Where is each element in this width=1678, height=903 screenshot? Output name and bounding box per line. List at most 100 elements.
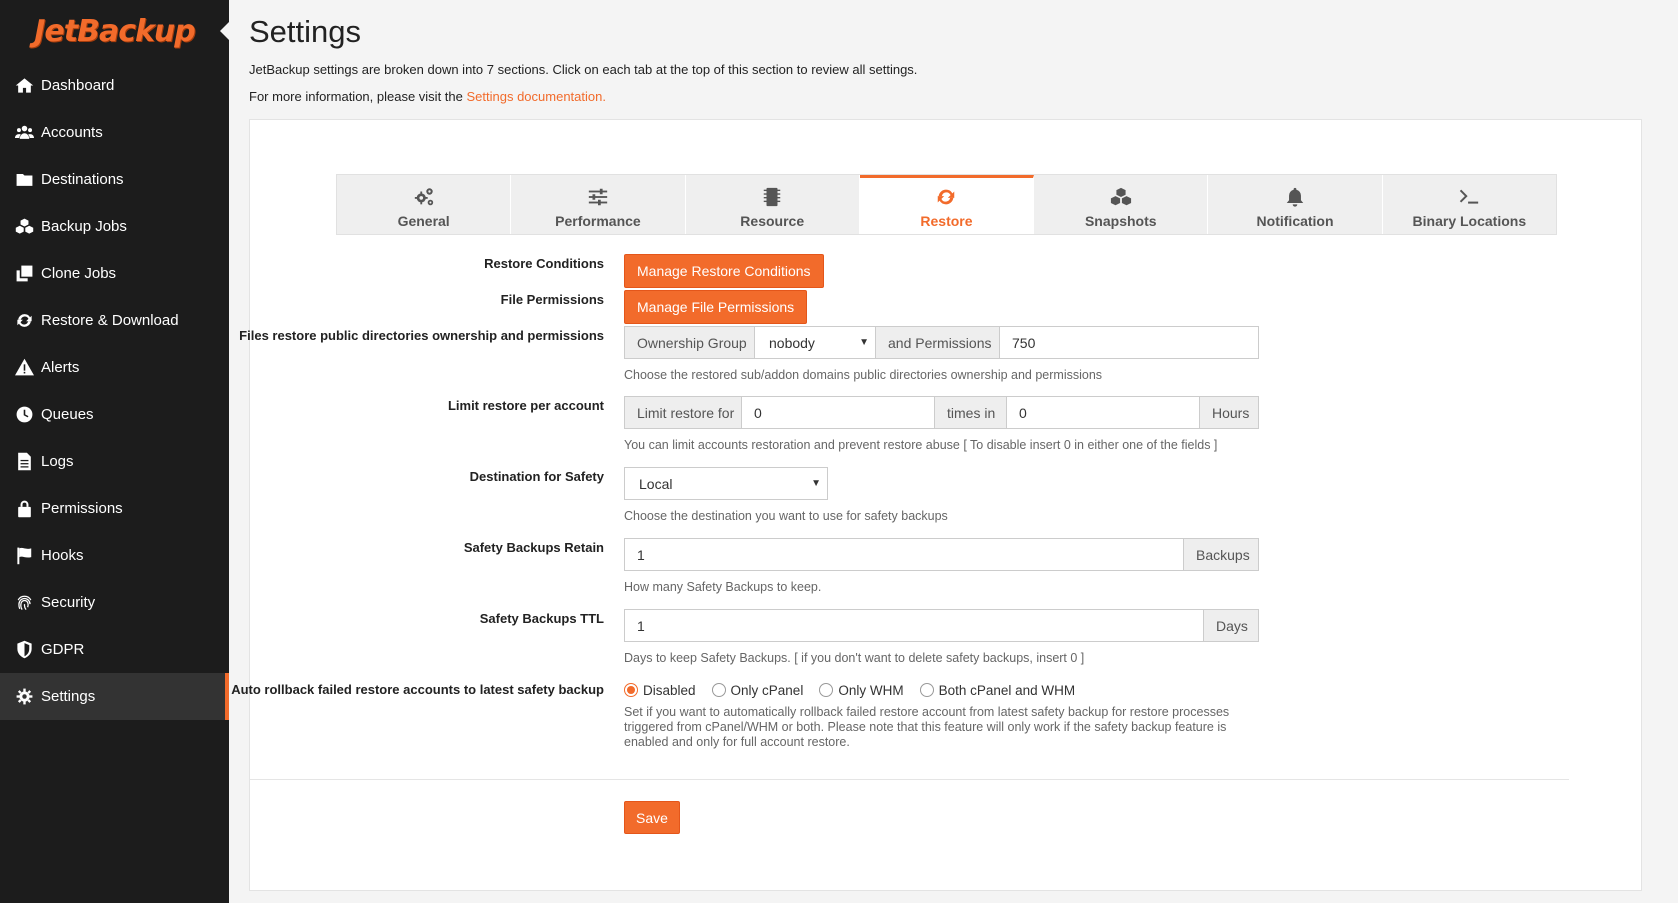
hours-addon: Hours: [1200, 396, 1259, 429]
safety-ttl-label: Safety Backups TTL: [479, 611, 604, 626]
sidebar-item-label: Security: [41, 594, 96, 611]
tab-label: Restore: [920, 213, 973, 229]
sidebar-item-label: Clone Jobs: [41, 265, 117, 282]
sidebar-item-queues[interactable]: Queues: [0, 391, 229, 438]
sidebar-item-restore-download[interactable]: Restore & Download: [0, 297, 229, 344]
days-addon: Days: [1204, 609, 1259, 642]
destination-safety-select[interactable]: Local ▼: [624, 467, 828, 500]
radio-selected-icon: [624, 683, 638, 697]
ownership-group-select[interactable]: nobody ▼: [755, 326, 876, 359]
ownership-input-group: Ownership Group nobody ▼ and Permissions: [624, 326, 1259, 359]
manage-restore-conditions-button[interactable]: Manage Restore Conditions: [624, 254, 824, 288]
rollback-option-label: Only cPanel: [730, 682, 804, 698]
settings-documentation-link[interactable]: Settings documentation.: [466, 89, 605, 104]
manage-file-permissions-button[interactable]: Manage File Permissions: [624, 290, 808, 324]
sidebar-item-hooks[interactable]: Hooks: [0, 532, 229, 579]
tab-label: Snapshots: [1084, 213, 1157, 229]
sidebar-item-label: Hooks: [41, 547, 84, 564]
folder-icon: [13, 170, 35, 190]
auto-rollback-label: Auto rollback failed restore accounts to…: [231, 682, 604, 697]
more-info-prefix: For more information, please visit the: [249, 89, 467, 104]
logo[interactable]: JetBackup: [0, 0, 229, 62]
sidebar-item-label: Restore & Download: [41, 312, 179, 329]
rollback-option-only-whm[interactable]: Only WHM: [819, 683, 904, 698]
limit-restore-count-input[interactable]: [742, 396, 935, 429]
tab-label: Performance: [555, 213, 641, 229]
limit-restore-hours-input[interactable]: [1007, 396, 1200, 429]
tab-label: Resource: [740, 213, 805, 229]
sidebar-item-backup-jobs[interactable]: Backup Jobs: [0, 203, 229, 250]
times-in-addon: times in: [935, 396, 1007, 429]
warning-icon: [13, 358, 35, 378]
rollback-option-disabled[interactable]: Disabled: [624, 683, 696, 698]
tab-binary-locations[interactable]: Binary Locations: [1383, 175, 1556, 234]
tab-resource[interactable]: Resource: [686, 175, 860, 234]
destination-safety-value: Local: [639, 475, 673, 492]
fingerprint-icon: [13, 593, 35, 613]
ownership-help: Choose the restored sub/addon domains pu…: [624, 368, 1103, 382]
clock-icon: [13, 405, 35, 425]
sidebar-item-alerts[interactable]: Alerts: [0, 344, 229, 391]
refresh-icon: [13, 311, 35, 331]
sidebar-item-dashboard[interactable]: Dashboard: [0, 62, 229, 109]
tab-notification[interactable]: Notification: [1208, 175, 1383, 234]
sidebar-item-label: Alerts: [41, 359, 80, 376]
tab-label: Notification: [1256, 213, 1334, 229]
sidebar-item-logs[interactable]: Logs: [0, 438, 229, 485]
save-button[interactable]: Save: [624, 801, 680, 834]
sidebar-item-permissions[interactable]: Permissions: [0, 485, 229, 532]
sidebar-item-label: Queues: [41, 406, 94, 423]
cubes-icon: [13, 217, 35, 237]
sidebar-item-clone-jobs[interactable]: Clone Jobs: [0, 250, 229, 297]
backups-addon: Backups: [1184, 538, 1259, 571]
sidebar: JetBackup Dashboard Accounts Destination…: [0, 0, 229, 903]
permissions-input[interactable]: [1000, 326, 1259, 359]
brand-logo-text: JetBackup: [34, 13, 196, 49]
destination-safety-help: Choose the destination you want to use f…: [624, 509, 948, 523]
limit-restore-input-group: Limit restore for times in Hours: [624, 396, 1259, 429]
safety-retain-input[interactable]: [624, 538, 1184, 571]
bell-icon: [1284, 186, 1306, 211]
destination-safety-label: Destination for Safety: [469, 469, 604, 484]
permissions-addon: and Permissions: [876, 326, 1000, 359]
auto-rollback-help: Set if you want to automatically rollbac…: [624, 705, 1230, 749]
radio-icon: [711, 683, 726, 697]
safety-ttl-input-group: Days: [624, 609, 1259, 642]
safety-ttl-help: Days to keep Safety Backups. [ if you do…: [624, 651, 1085, 665]
radio-icon: [919, 683, 934, 697]
rollback-option-only-cpanel[interactable]: Only cPanel: [711, 682, 804, 698]
tab-label: General: [397, 213, 450, 229]
safety-ttl-input[interactable]: [624, 609, 1204, 642]
gears-icon: [13, 687, 35, 707]
radio-icon: [819, 683, 834, 697]
tab-label: Binary Locations: [1412, 213, 1527, 229]
ownership-group-addon: Ownership Group: [624, 326, 755, 359]
tab-performance[interactable]: Performance: [511, 175, 686, 234]
cubes-icon: [1110, 186, 1132, 211]
safety-retain-help: How many Safety Backups to keep.: [624, 580, 822, 594]
sidebar-item-label: Backup Jobs: [41, 218, 127, 235]
sidebar-item-label: GDPR: [41, 641, 85, 658]
sidebar-item-gdpr[interactable]: GDPR: [0, 626, 229, 673]
rollback-option-both[interactable]: Both cPanel and WHM: [919, 683, 1075, 698]
tab-restore[interactable]: Restore: [859, 175, 1035, 234]
sidebar-notch: [220, 22, 229, 40]
clone-icon: [13, 264, 35, 284]
refresh-icon: [935, 186, 957, 211]
tab-general[interactable]: General: [337, 175, 512, 234]
tab-snapshots[interactable]: Snapshots: [1034, 175, 1209, 234]
sidebar-item-label: Permissions: [41, 500, 123, 517]
sidebar-item-destinations[interactable]: Destinations: [0, 156, 229, 203]
sidebar-item-security[interactable]: Security: [0, 579, 229, 626]
limit-restore-for-addon: Limit restore for: [624, 396, 742, 429]
gears-icon: [413, 186, 435, 211]
caret-down-icon: ▼: [811, 478, 821, 489]
sidebar-item-label: Dashboard: [41, 77, 115, 94]
auto-rollback-radio-group: Disabled Only cPanel Only WHM Both cPane…: [624, 680, 1091, 700]
settings-tabs: General Performance Resource Restore Sna…: [336, 174, 1557, 235]
sidebar-item-settings[interactable]: Settings: [0, 673, 229, 720]
users-icon: [13, 123, 35, 143]
microchip-icon: [761, 186, 783, 211]
sidebar-item-accounts[interactable]: Accounts: [0, 109, 229, 156]
file-permissions-label: File Permissions: [500, 292, 604, 307]
